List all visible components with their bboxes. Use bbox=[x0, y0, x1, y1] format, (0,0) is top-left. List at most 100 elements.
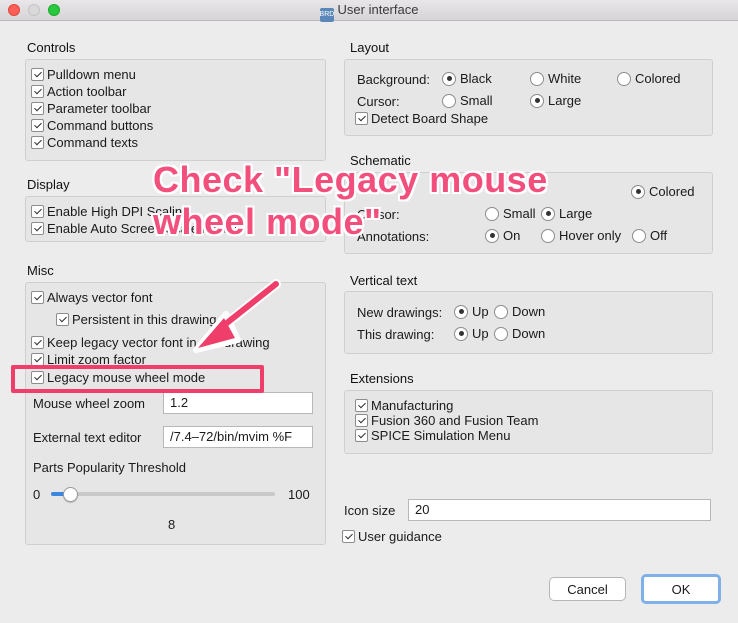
extension-fusion[interactable]: Fusion 360 and Fusion Team bbox=[355, 413, 538, 428]
schematic-annotations-off[interactable]: Off bbox=[632, 228, 667, 243]
checkbox-checked-icon[interactable] bbox=[355, 399, 368, 412]
label: Large bbox=[559, 206, 593, 221]
label: White bbox=[548, 71, 582, 86]
label: Action toolbar bbox=[47, 84, 127, 99]
extensions-title: Extensions bbox=[350, 371, 414, 386]
misc-title: Misc bbox=[27, 263, 54, 278]
user-guidance[interactable]: User guidance bbox=[342, 529, 442, 544]
checkbox-checked-icon[interactable] bbox=[31, 136, 44, 149]
checkbox-checked-icon[interactable] bbox=[31, 119, 44, 132]
checkbox-checked-icon[interactable] bbox=[355, 112, 368, 125]
new-drawings-down[interactable]: Down bbox=[494, 304, 545, 319]
label: Black bbox=[460, 71, 492, 86]
checkbox-checked-icon[interactable] bbox=[31, 222, 44, 235]
layout-cursor-label: Cursor: bbox=[357, 94, 400, 109]
label: Hover only bbox=[559, 228, 622, 243]
cancel-button[interactable]: Cancel bbox=[549, 577, 626, 601]
checkbox-checked-icon[interactable] bbox=[355, 414, 368, 427]
schematic-cursor-large[interactable]: Large bbox=[541, 206, 592, 221]
checkbox-checked-icon[interactable] bbox=[31, 205, 44, 218]
layout-cursor-small[interactable]: Small bbox=[442, 93, 493, 108]
label: Always vector font bbox=[47, 290, 153, 305]
extension-manufacturing[interactable]: Manufacturing bbox=[355, 398, 453, 413]
layout-cursor-large[interactable]: Large bbox=[530, 93, 581, 108]
schematic-annotations-hover[interactable]: Hover only bbox=[541, 228, 621, 243]
extension-spice[interactable]: SPICE Simulation Menu bbox=[355, 428, 510, 443]
checkbox-checked-icon[interactable] bbox=[31, 336, 44, 349]
checkbox-checked-icon[interactable] bbox=[31, 291, 44, 304]
display-title: Display bbox=[27, 177, 70, 192]
label: Colored bbox=[649, 184, 695, 199]
this-drawing-up[interactable]: Up bbox=[454, 326, 489, 341]
checkbox-checked-icon[interactable] bbox=[31, 85, 44, 98]
icon-size-label: Icon size bbox=[344, 503, 396, 518]
slider-max-label: 100 bbox=[288, 487, 310, 502]
label: Colored bbox=[635, 71, 681, 86]
layout-title: Layout bbox=[350, 40, 390, 55]
mouse-wheel-zoom-input[interactable]: 1.2 bbox=[163, 392, 313, 414]
icon-size-input[interactable]: 20 bbox=[408, 499, 711, 521]
label: Small bbox=[460, 93, 493, 108]
label: Down bbox=[512, 326, 546, 341]
radio-icon[interactable] bbox=[442, 93, 456, 108]
label: Parameter toolbar bbox=[47, 101, 152, 116]
radio-icon[interactable] bbox=[494, 326, 508, 341]
label: Fusion 360 and Fusion Team bbox=[371, 413, 539, 428]
callout-line-2: wheel mode" bbox=[153, 201, 382, 242]
radio-selected-icon[interactable] bbox=[454, 304, 468, 319]
checkbox-checked-icon[interactable] bbox=[56, 313, 69, 326]
label: Up bbox=[472, 326, 489, 341]
controls-parameter-toolbar[interactable]: Parameter toolbar bbox=[31, 101, 151, 116]
slider-min-label: 0 bbox=[33, 487, 41, 502]
radio-selected-icon[interactable] bbox=[530, 93, 544, 108]
layout-detect-board-shape[interactable]: Detect Board Shape bbox=[355, 111, 488, 126]
controls-action-toolbar[interactable]: Action toolbar bbox=[31, 84, 127, 99]
controls-command-buttons[interactable]: Command buttons bbox=[31, 118, 153, 133]
label: Command buttons bbox=[47, 118, 154, 133]
label: Command texts bbox=[47, 135, 139, 150]
label: User guidance bbox=[358, 529, 442, 544]
this-drawing-down[interactable]: Down bbox=[494, 326, 545, 341]
layout-background-label: Background: bbox=[357, 72, 430, 87]
radio-selected-icon[interactable] bbox=[442, 71, 456, 86]
app-icon: BRD bbox=[319, 8, 334, 22]
misc-always-vector-font[interactable]: Always vector font bbox=[31, 290, 153, 305]
highlight-box bbox=[11, 365, 264, 393]
radio-icon[interactable] bbox=[632, 228, 646, 243]
checkbox-checked-icon[interactable] bbox=[342, 530, 355, 543]
radio-icon[interactable] bbox=[494, 304, 508, 319]
radio-selected-icon[interactable] bbox=[454, 326, 468, 341]
external-editor-label: External text editor bbox=[33, 430, 142, 445]
new-drawings-up[interactable]: Up bbox=[454, 304, 489, 319]
callout-line-1: Check "Legacy mouse bbox=[153, 159, 548, 200]
label: Pulldown menu bbox=[47, 67, 136, 82]
window-title: BRD User interface bbox=[0, 2, 738, 22]
popularity-slider-track[interactable] bbox=[51, 492, 275, 496]
external-editor-input[interactable]: /7.4–72/bin/mvim %F bbox=[163, 426, 313, 448]
label: SPICE Simulation Menu bbox=[371, 428, 511, 443]
label: Manufacturing bbox=[371, 398, 454, 413]
controls-pulldown-menu[interactable]: Pulldown menu bbox=[31, 67, 136, 82]
label: Off bbox=[650, 228, 668, 243]
radio-icon[interactable] bbox=[530, 71, 544, 86]
window-title-text: User interface bbox=[337, 2, 419, 17]
label: Down bbox=[512, 304, 546, 319]
radio-selected-icon[interactable] bbox=[631, 184, 645, 199]
this-drawing-label: This drawing: bbox=[357, 327, 435, 342]
popularity-slider-thumb[interactable] bbox=[62, 487, 78, 502]
checkbox-checked-icon[interactable] bbox=[31, 68, 44, 81]
schematic-background-colored[interactable]: Colored bbox=[631, 184, 695, 199]
layout-background-black[interactable]: Black bbox=[442, 71, 492, 86]
vertical-text-panel bbox=[344, 291, 713, 354]
controls-command-texts[interactable]: Command texts bbox=[31, 135, 138, 150]
radio-icon[interactable] bbox=[617, 71, 631, 86]
checkbox-checked-icon[interactable] bbox=[31, 102, 44, 115]
ok-button[interactable]: OK bbox=[641, 574, 721, 604]
vertical-text-title: Vertical text bbox=[350, 273, 418, 288]
mouse-wheel-zoom-label: Mouse wheel zoom bbox=[33, 396, 145, 411]
layout-background-colored[interactable]: Colored bbox=[617, 71, 681, 86]
slider-value-label: 8 bbox=[168, 517, 176, 532]
controls-title: Controls bbox=[27, 40, 76, 55]
layout-background-white[interactable]: White bbox=[530, 71, 581, 86]
checkbox-checked-icon[interactable] bbox=[355, 429, 368, 442]
